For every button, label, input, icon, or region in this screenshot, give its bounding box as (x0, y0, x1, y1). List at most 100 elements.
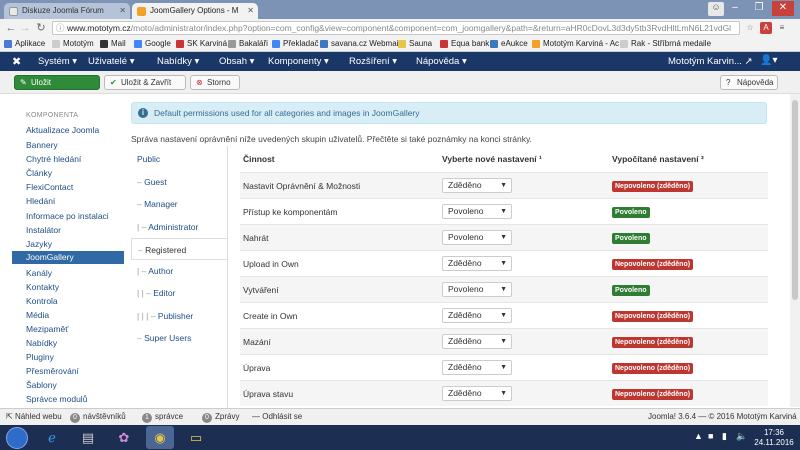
group-tab-public[interactable]: Public (131, 148, 227, 170)
admins-status[interactable]: 1 správce (142, 412, 183, 423)
mail-icon (320, 40, 328, 48)
menu-content[interactable]: Obsah ▾ (219, 56, 254, 67)
forward-icon[interactable]: → (18, 21, 32, 35)
save-close-button[interactable]: ✔ Uložit & Zavřít (104, 75, 186, 90)
tray-expand-icon[interactable]: ▲ (694, 431, 703, 441)
bookmark-item[interactable]: savana.cz Webmail (320, 39, 400, 48)
scrollbar-thumb[interactable] (792, 100, 798, 300)
view-site-link[interactable]: ⇱ Náhled webu (6, 412, 62, 421)
system-clock[interactable]: 17:36 24.11.2016 (754, 428, 794, 448)
sidebar-item[interactable]: Pluginy (26, 352, 54, 362)
group-tab-guest[interactable]: – Guest (131, 171, 227, 193)
tab-joomgallery-options[interactable]: JoomGallery Options - M ✕ (132, 3, 258, 19)
profile-icon[interactable]: ☺ (708, 2, 724, 16)
cancel-button[interactable]: ⊗ Storno (190, 75, 240, 90)
permission-select[interactable]: Povoleno ▼ (442, 204, 512, 219)
joomla-logo-icon[interactable]: ✖ (12, 55, 21, 68)
sidebar-item[interactable]: Správce modulů (26, 394, 87, 404)
internet-explorer-icon[interactable]: ℯ (38, 426, 66, 449)
site-link[interactable]: Mototým Karvin... ↗ (668, 56, 753, 67)
permission-select[interactable]: Povoleno ▼ (442, 230, 512, 245)
bookmark-item[interactable]: Mail (100, 39, 126, 48)
network-icon[interactable]: ▮ (722, 431, 727, 442)
bookmark-item[interactable]: Bakaláři (228, 39, 268, 48)
sidebar-item[interactable]: Hledání (26, 196, 55, 206)
permission-select[interactable]: Zděděno ▼ (442, 178, 512, 193)
sidebar-item[interactable]: Informace po instalaci (26, 211, 109, 221)
menu-system[interactable]: Systém ▾ (38, 56, 77, 67)
permission-select[interactable]: Zděděno ▼ (442, 360, 512, 375)
messages-status[interactable]: 0 Zprávy (202, 412, 239, 423)
group-tab-administrator[interactable]: | – Administrator (131, 216, 227, 238)
menu-menus[interactable]: Nabídky ▾ (157, 56, 199, 67)
bookmark-apps[interactable]: Aplikace (4, 39, 45, 48)
visitors-status[interactable]: 0 návštěvníků (70, 412, 126, 423)
sidebar-item-joomgallery[interactable]: JoomGallery (12, 251, 124, 264)
menu-components[interactable]: Komponenty ▾ (268, 56, 329, 67)
sidebar-item[interactable]: Média (26, 310, 49, 320)
menu-icon[interactable]: ≡ (776, 22, 788, 34)
user-menu[interactable]: 👤▾ (760, 55, 777, 66)
bookmark-item[interactable]: SK Karviná (176, 39, 227, 48)
group-tab-publisher[interactable]: | | | – Publisher (131, 305, 227, 327)
bookmark-star-icon[interactable]: ☆ (744, 22, 756, 34)
bookmark-item[interactable]: Mototým (52, 39, 94, 48)
menu-extensions[interactable]: Rozšíření ▾ (349, 56, 397, 67)
tray-app-icon[interactable]: ■ (708, 431, 713, 441)
permission-select[interactable]: Zděděno ▼ (442, 334, 512, 349)
save-button[interactable]: ✎ Uložit (14, 75, 100, 90)
chrome-icon[interactable]: ◉ (146, 426, 174, 449)
sidebar-item[interactable]: Přesměrování (26, 366, 79, 376)
sidebar-item[interactable]: Aktualizace Joomla (26, 125, 99, 135)
sidebar-item[interactable]: Kontakty (26, 282, 59, 292)
auction-icon (490, 40, 498, 48)
folder-icon[interactable]: ▭ (182, 426, 210, 449)
close-icon[interactable]: ✕ (119, 6, 126, 15)
bookmark-item[interactable]: Equa bank (440, 39, 489, 48)
page-info-icon[interactable]: ⓘ (56, 22, 65, 34)
bookmark-item[interactable]: Mototým Karviná - Ac (532, 39, 619, 48)
bookmark-item[interactable]: Překladač (272, 39, 319, 48)
explorer-icon[interactable]: ▤ (74, 426, 102, 449)
bookmark-item[interactable]: Google (134, 39, 171, 48)
sidebar-item[interactable]: Mezipaměť (26, 324, 68, 334)
close-icon[interactable]: ✕ (247, 6, 254, 15)
menu-help[interactable]: Nápověda ▾ (416, 56, 467, 67)
sidebar-item[interactable]: Kanály (26, 268, 52, 278)
sidebar-item[interactable]: Instalátor (26, 225, 61, 235)
permission-select[interactable]: Zděděno ▼ (442, 308, 512, 323)
logout-link[interactable]: — Odhlásit se (252, 412, 302, 421)
sidebar-item[interactable]: Články (26, 168, 52, 178)
group-tab-manager[interactable]: – Manager (131, 193, 227, 215)
minimize-icon[interactable]: – (724, 1, 746, 16)
permission-select[interactable]: Zděděno ▼ (442, 256, 512, 271)
bookmark-item[interactable]: eAukce (490, 39, 528, 48)
bookmark-item[interactable]: Rak - Stříbrná medaile (620, 39, 711, 48)
volume-icon[interactable]: 🔈 (736, 431, 747, 442)
group-tab-super-users[interactable]: – Super Users (131, 327, 227, 349)
sidebar-item[interactable]: Kontrola (26, 296, 58, 306)
sidebar-item[interactable]: Šablony (26, 380, 57, 390)
permission-select[interactable]: Povoleno ▼ (442, 282, 512, 297)
sidebar-item[interactable]: FlexiContact (26, 182, 73, 192)
tab-diskuze[interactable]: Diskuze Joomla Fórum ✕ (4, 3, 130, 19)
group-tab-author[interactable]: | – Author (131, 260, 227, 282)
maximize-icon[interactable]: ❐ (748, 1, 770, 16)
windows-start-icon[interactable] (6, 427, 28, 449)
sidebar-item[interactable]: Jazyky (26, 239, 52, 249)
url-input[interactable]: ⓘ www.mototym.cz/moto/administrator/index… (52, 21, 740, 35)
sidebar-item[interactable]: Chytré hledání (26, 154, 81, 164)
extension-icon[interactable]: A (760, 22, 772, 34)
group-tab-editor[interactable]: | | – Editor (131, 282, 227, 304)
reload-icon[interactable]: ↻ (34, 21, 48, 35)
sidebar-item[interactable]: Bannery (26, 140, 58, 150)
group-tab-registered[interactable]: – Registered (131, 238, 227, 260)
bookmark-item[interactable]: Sauna (398, 39, 432, 48)
sidebar-item[interactable]: Nabídky (26, 338, 57, 348)
permission-select[interactable]: Zděděno ▼ (442, 386, 512, 401)
photo-app-icon[interactable]: ✿ (110, 426, 138, 449)
menu-users[interactable]: Uživatelé ▾ (88, 56, 134, 67)
help-button[interactable]: ? Nápověda (720, 75, 778, 90)
back-icon[interactable]: ← (4, 21, 18, 35)
window-close-icon[interactable]: ✕ (772, 1, 794, 16)
